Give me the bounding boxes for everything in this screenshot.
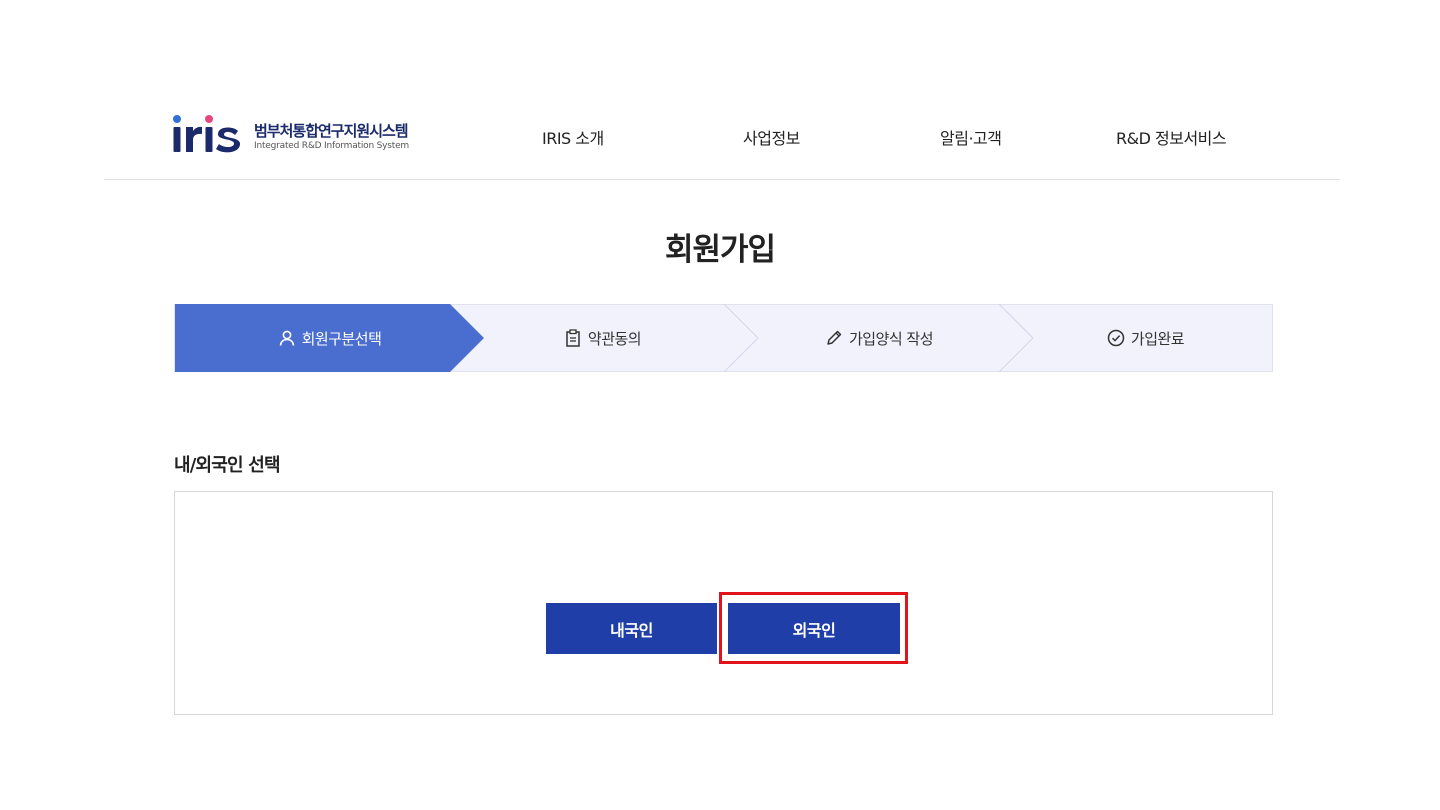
native-button[interactable]: 내국인 xyxy=(546,603,717,654)
step-terms: 약관동의 xyxy=(465,305,740,371)
logo-title: 범부처통합연구지원시스템 xyxy=(254,122,409,140)
highlight-box xyxy=(719,592,908,664)
section-title: 내/외국인 선택 xyxy=(174,455,281,476)
step-label: 회원구분선택 xyxy=(301,329,382,348)
header: 범부처통합연구지원시스템 Integrated R&D Information … xyxy=(104,96,1340,180)
signup-steps: 회원구분선택 약관동의 가입양식 작성 가입완료 xyxy=(174,304,1273,372)
nav-notice-customer[interactable]: 알림·고객 xyxy=(940,125,1002,149)
iris-logo-mark xyxy=(172,114,240,158)
user-icon xyxy=(278,329,296,347)
clipboard-icon xyxy=(564,329,582,347)
step-member-type: 회원구분선택 xyxy=(175,305,484,371)
step-label: 약관동의 xyxy=(587,329,642,348)
logo-text: 범부처통합연구지원시스템 Integrated R&D Information … xyxy=(254,122,409,152)
nav-iris-intro[interactable]: IRIS 소개 xyxy=(542,125,604,149)
nav-business-info[interactable]: 사업정보 xyxy=(743,125,800,149)
step-complete: 가입완료 xyxy=(1018,305,1273,371)
logo[interactable]: 범부처통합연구지원시스템 Integrated R&D Information … xyxy=(172,114,409,158)
check-circle-icon xyxy=(1107,329,1125,347)
logo-subtitle: Integrated R&D Information System xyxy=(254,141,409,151)
step-label: 가입완료 xyxy=(1130,329,1185,348)
page-title: 회원가입 xyxy=(664,232,776,268)
step-form: 가입양식 작성 xyxy=(740,305,1018,371)
pencil-icon xyxy=(825,329,843,347)
step-label: 가입양식 작성 xyxy=(848,329,934,348)
nav-rnd-info-service[interactable]: R&D 정보서비스 xyxy=(1116,125,1227,149)
